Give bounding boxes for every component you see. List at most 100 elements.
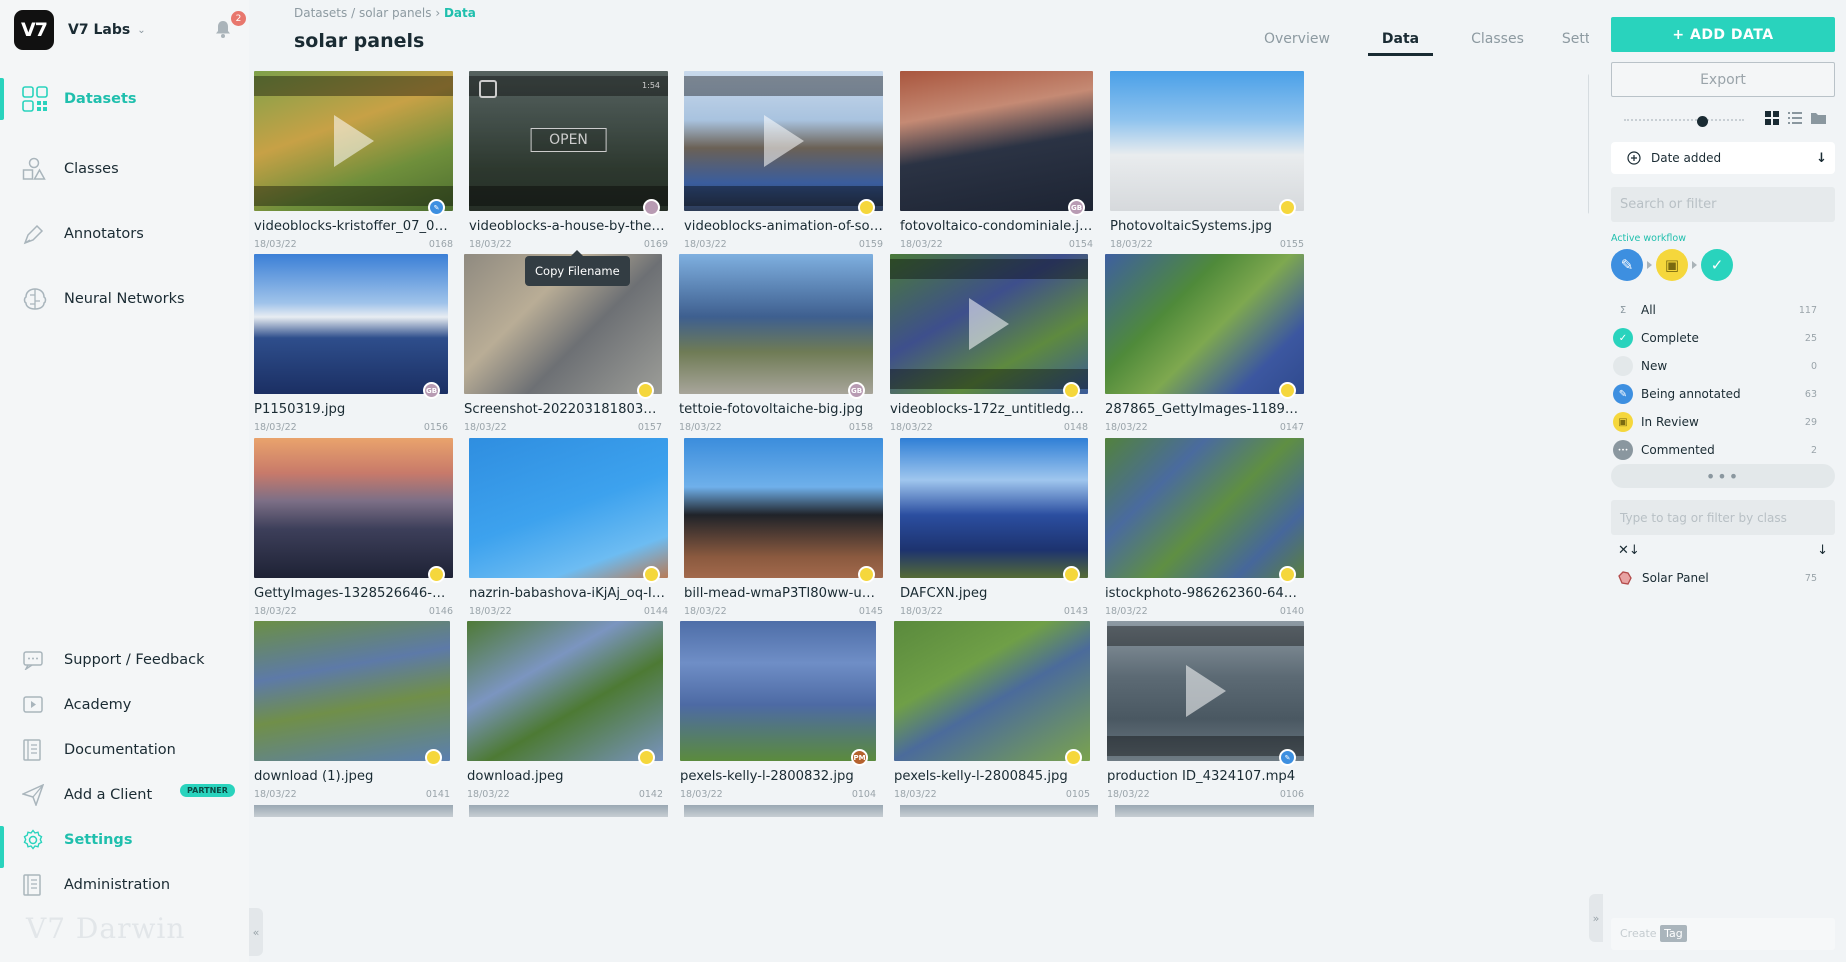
class-row-solar-panel[interactable]: Solar Panel 75 — [1611, 567, 1835, 589]
item-filename[interactable]: download.jpeg — [467, 769, 663, 784]
tag-filter-input[interactable]: Type to tag or filter by class — [1611, 500, 1835, 535]
more-filters-button[interactable]: ••• — [1611, 464, 1835, 488]
export-button[interactable]: Export — [1611, 62, 1835, 97]
review-stage-icon[interactable]: ▣ — [1656, 249, 1688, 281]
folder-view-icon[interactable] — [1811, 111, 1826, 125]
dataset-item-card[interactable]: download.jpeg 18/03/22 0142 — [467, 621, 663, 800]
item-filename[interactable]: Screenshot-20220318180351-11... — [464, 402, 662, 417]
dataset-item-card[interactable]: 287865_GettyImages-118952185... 18/03/22 0… — [1105, 254, 1304, 433]
image-thumbnail[interactable] — [254, 254, 448, 394]
item-filename[interactable]: videoblocks-kristoffer_07_08_rjpi... — [254, 219, 453, 234]
dataset-item-card[interactable]: download (1).jpeg 18/03/22 0141 — [254, 621, 450, 800]
dataset-item-card[interactable]: GB tettoie-fotovoltaiche-big.jpg 18/03/22 0… — [679, 254, 873, 433]
image-thumbnail[interactable] — [900, 438, 1088, 578]
dataset-item-card[interactable]: pexels-kelly-l-2800845.jpg 18/03/22 0105 — [894, 621, 1090, 800]
sidebar-item-documentation[interactable]: Documentation — [0, 728, 249, 772]
item-filename[interactable]: GettyImages-1328526646-800x5... — [254, 586, 453, 601]
item-filename[interactable]: P1150319.jpg — [254, 402, 448, 417]
filter-complete[interactable]: ✓ Complete 25 — [1611, 324, 1835, 352]
dataset-item-card[interactable]: bill-mead-wmaP3TI80ww-unspla... 18/03/22 0… — [684, 438, 883, 617]
dataset-item-card[interactable]: videoblocks-172z_untitledgot_hy... 18/03/… — [890, 254, 1088, 433]
dataset-item-card[interactable]: GB fotovoltaico-condominiale.jpg 18/03/22 0… — [900, 71, 1093, 250]
create-tag-input[interactable]: Create Tag — [1611, 918, 1835, 950]
dataset-item-card[interactable]: DAFCXN.jpeg 18/03/22 0143 — [900, 438, 1088, 617]
filter-sigma[interactable]: Σ All 117 — [1611, 296, 1835, 324]
image-thumbnail[interactable] — [467, 621, 663, 761]
video-thumbnail[interactable]: 1:54 OPEN — [469, 71, 668, 211]
dataset-item-card[interactable]: ✎ production ID_4324107.mp4 18/03/22 0106 — [1107, 621, 1304, 800]
breadcrumb-dataset[interactable]: solar panels — [359, 6, 432, 20]
tab-classes[interactable]: Classes — [1471, 24, 1524, 56]
dataset-item-card[interactable]: PM pexels-kelly-l-2800832.jpg 18/03/22 0104 — [680, 621, 876, 800]
video-thumbnail[interactable] — [684, 71, 883, 211]
filter-annotate[interactable]: ✎ Being annotated 63 — [1611, 380, 1835, 408]
image-thumbnail[interactable] — [680, 621, 876, 761]
dataset-item-card[interactable]: PhotovoltaicSystems.jpg 18/03/22 0155 — [1110, 71, 1304, 250]
list-view-icon[interactable] — [1788, 111, 1802, 125]
search-input[interactable]: Search or filter — [1611, 187, 1835, 222]
tab-settings[interactable]: Settings — [1562, 24, 1589, 56]
image-thumbnail[interactable] — [894, 621, 1090, 761]
item-filename[interactable]: DAFCXN.jpeg — [900, 586, 1088, 601]
sidebar-item-datasets[interactable]: Datasets — [0, 70, 249, 128]
item-filename[interactable]: pexels-kelly-l-2800832.jpg — [680, 769, 876, 784]
filter-review[interactable]: ▣ In Review 29 — [1611, 408, 1835, 436]
breadcrumb-datasets[interactable]: Datasets — [294, 6, 347, 20]
item-filename[interactable]: videoblocks-172z_untitledgot_hy... — [890, 402, 1088, 417]
dataset-item-card[interactable] — [900, 805, 1098, 817]
slider-knob[interactable] — [1697, 116, 1708, 127]
sort-direction-icon[interactable]: ↓ — [1816, 151, 1827, 166]
filter-comment[interactable]: ••• Commented 2 — [1611, 436, 1835, 464]
sidebar-item-settings[interactable]: Settings — [0, 818, 249, 868]
image-thumbnail[interactable] — [469, 438, 668, 578]
org-switcher[interactable]: V7 V7 Labs ⌄ — [14, 10, 146, 50]
annotate-stage-icon[interactable]: ✎ — [1611, 249, 1643, 281]
sort-dropdown[interactable]: Date added ↓ — [1611, 142, 1835, 174]
item-filename[interactable]: PhotovoltaicSystems.jpg — [1110, 219, 1304, 234]
sidebar-item-academy[interactable]: Academy — [0, 683, 249, 727]
dataset-item-card[interactable]: videoblocks-animation-of-solar-p... 18/03… — [684, 71, 883, 250]
dataset-item-card[interactable]: nazrin-babashova-iKjAj_oq-IE-un... 18/03/… — [469, 438, 668, 617]
item-filename[interactable]: 287865_GettyImages-118952185... — [1105, 402, 1304, 417]
sidebar-item-support[interactable]: Support / Feedback — [0, 638, 249, 682]
sort-classes-icon[interactable]: ↓ — [1817, 543, 1828, 558]
item-filename[interactable]: pexels-kelly-l-2800845.jpg — [894, 769, 1090, 784]
collapse-right-panel-button[interactable]: » — [1589, 894, 1603, 942]
add-data-button[interactable]: + ADD DATA — [1611, 17, 1835, 52]
image-thumbnail[interactable] — [1105, 438, 1304, 578]
item-filename[interactable]: videoblocks-a-house-by-the-coas... — [469, 219, 668, 234]
dataset-item-card[interactable]: GettyImages-1328526646-800x5... 18/03/22 0… — [254, 438, 453, 617]
dataset-item-card[interactable]: ✎ videoblocks-kristoffer_07_08_rjpi... 18/… — [254, 71, 453, 250]
dataset-item-card[interactable]: 1:54 OPEN videoblocks-a-house-by-the-coas.… — [469, 71, 668, 250]
open-button[interactable]: OPEN — [530, 128, 607, 152]
video-thumbnail[interactable] — [254, 71, 453, 211]
grid-view-icon[interactable] — [1765, 111, 1779, 125]
sidebar-item-classes[interactable]: Classes — [0, 140, 249, 198]
item-filename[interactable]: fotovoltaico-condominiale.jpg — [900, 219, 1093, 234]
tab-overview[interactable]: Overview — [1264, 24, 1330, 56]
complete-stage-icon[interactable]: ✓ — [1701, 249, 1733, 281]
image-thumbnail[interactable] — [1105, 254, 1304, 394]
video-thumbnail[interactable] — [890, 254, 1088, 394]
dataset-item-card[interactable] — [469, 805, 668, 817]
image-thumbnail[interactable] — [1110, 71, 1304, 211]
image-thumbnail[interactable] — [254, 438, 453, 578]
dataset-item-card[interactable]: istockphoto-986262360-640x640... 18/03/22… — [1105, 438, 1304, 617]
item-filename[interactable]: tettoie-fotovoltaiche-big.jpg — [679, 402, 873, 417]
item-filename[interactable]: istockphoto-986262360-640x640... — [1105, 586, 1304, 601]
image-thumbnail[interactable] — [684, 438, 883, 578]
image-thumbnail[interactable] — [679, 254, 873, 394]
dataset-item-card[interactable] — [1115, 805, 1314, 817]
thumbnail-size-slider[interactable] — [1624, 116, 1744, 127]
item-filename[interactable]: download (1).jpeg — [254, 769, 450, 784]
image-thumbnail[interactable] — [254, 621, 450, 761]
item-filename[interactable]: bill-mead-wmaP3TI80ww-unspla... — [684, 586, 883, 601]
filter-new[interactable]: New 0 — [1611, 352, 1835, 380]
dataset-item-card[interactable] — [254, 805, 453, 817]
item-filename[interactable]: production ID_4324107.mp4 — [1107, 769, 1304, 784]
item-filename[interactable]: videoblocks-animation-of-solar-p... — [684, 219, 883, 234]
sidebar-item-annotators[interactable]: Annotators — [0, 205, 249, 263]
dataset-item-card[interactable]: GB P1150319.jpg 18/03/22 0156 — [254, 254, 448, 433]
dataset-item-card[interactable] — [684, 805, 883, 817]
item-filename[interactable]: nazrin-babashova-iKjAj_oq-IE-un... — [469, 586, 668, 601]
